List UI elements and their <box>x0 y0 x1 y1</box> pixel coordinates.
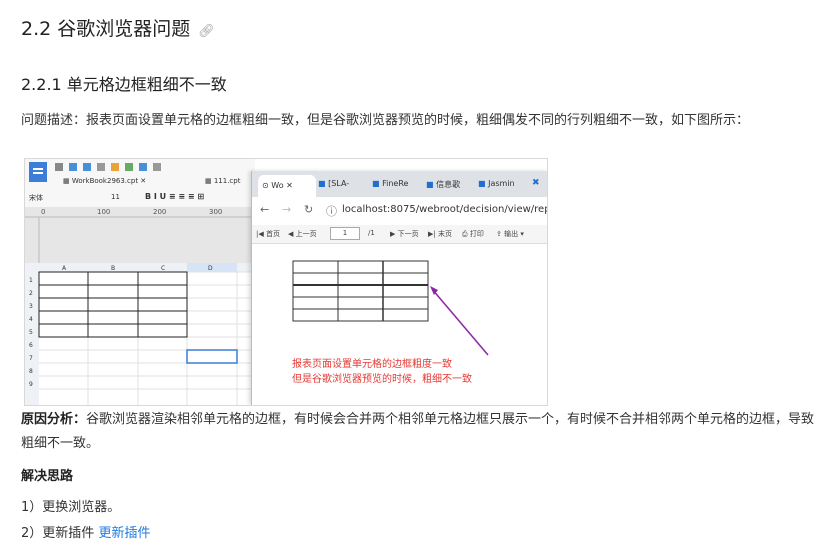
svg-text:5: 5 <box>29 329 33 336</box>
prev-page-button[interactable]: ◀ 上一页 <box>288 229 317 239</box>
svg-text:4: 4 <box>29 316 33 323</box>
link-icon[interactable]: 🔗︎ <box>198 24 215 39</box>
designer-window: ▦ WorkBook2963.cpt ✕ ▦ 111.cpt 宋体 11 B I… <box>25 159 255 405</box>
browser-tab[interactable]: ■ Jasmin <box>478 179 515 188</box>
svg-text:3: 3 <box>29 303 33 310</box>
update-plugin-link[interactable]: 更新插件 <box>98 526 150 541</box>
browser-tabs: ⊙ Wo ✕ ■ [SLA- ■ FineRe ■ 信息歌 ■ Jasmin ✖ <box>252 171 547 197</box>
solution-item-1: 1）更换浏览器。 <box>21 500 121 515</box>
section-title: 2.2 谷歌浏览器问题 <box>21 18 191 40</box>
svg-text:1: 1 <box>29 277 33 284</box>
svg-text:9: 9 <box>29 381 33 388</box>
print-button[interactable]: ⎙ 打印 <box>462 229 484 239</box>
last-page-button[interactable]: ▶| 末页 <box>428 229 452 239</box>
svg-text:7: 7 <box>29 355 33 362</box>
designer-tab-1[interactable]: WorkBook2963.cpt <box>72 177 138 185</box>
svg-text:6: 6 <box>29 342 33 349</box>
designer-ruler: 0 100 200 300 <box>25 207 255 263</box>
first-page-button[interactable]: |◀ 首页 <box>256 229 280 239</box>
chrome-window: ⊙ Wo ✕ ■ [SLA- ■ FineRe ■ 信息歌 ■ Jasmin ✖… <box>251 171 547 405</box>
solution-title: 解决思路 <box>21 469 74 484</box>
annotation-arrow <box>431 288 489 356</box>
format-buttons[interactable]: B I U ≡ ≡ ≡ ⊞ <box>145 192 204 201</box>
solution-item-2: 2）更新插件 更新插件 <box>21 526 151 541</box>
screenshot-image: ▦ WorkBook2963.cpt ✕ ▦ 111.cpt 宋体 11 B I… <box>24 158 548 406</box>
browser-tab-active[interactable]: ⊙ Wo ✕ <box>258 175 316 197</box>
browser-tab-icon[interactable]: ✖ <box>532 178 540 188</box>
cause-analysis: 原因分析：谷歌浏览器渲染相邻单元格的边框，有时候会合并两个相邻单元格边框只展示一… <box>21 408 816 456</box>
cause-label: 原因分析： <box>21 412 87 427</box>
section-heading: 2.2 谷歌浏览器问题 🔗︎ <box>21 14 215 41</box>
browser-tab[interactable]: ■ FineRe <box>372 179 408 188</box>
doc-page: 2.2 谷歌浏览器问题 🔗︎ 2.2.1 单元格边框粗细不一致 问题描述：报表页面… <box>0 0 839 541</box>
forward-icon[interactable]: → <box>282 203 291 216</box>
font-size-select[interactable]: 11 <box>111 193 120 201</box>
svg-text:B: B <box>111 265 115 272</box>
designer-toolbar: ▦ WorkBook2963.cpt ✕ ▦ 111.cpt 宋体 11 B I… <box>25 159 255 208</box>
annotation-text: 报表页面设置单元格的边框粗度一致 但是谷歌浏览器预览的时候，粗细不一致 <box>292 359 472 385</box>
designer-spreadsheet[interactable]: A B C D 1 2 3 4 5 6 7 8 9 <box>25 263 255 405</box>
cause-text: 谷歌浏览器渲染相邻单元格的边框，有时候会合并两个相邻单元格边框只展示一个，有时候… <box>21 412 815 451</box>
browser-tab[interactable]: ■ 信息歌 <box>426 179 460 190</box>
problem-description: 问题描述：报表页面设置单元格的边框粗细一致，但是谷歌浏览器预览的时候，粗细偶发不… <box>21 113 750 128</box>
font-name-select[interactable]: 宋体 <box>29 193 43 203</box>
svg-text:2: 2 <box>29 290 33 297</box>
svg-text:D: D <box>208 265 213 272</box>
address-bar[interactable]: ← → ↻ ⓘ localhost:8075/webroot/decision/… <box>252 197 547 226</box>
url-text[interactable]: localhost:8075/webroot/decision/view/rep… <box>342 204 547 215</box>
page-total: /1 <box>368 229 375 237</box>
page-number-input[interactable]: 1 <box>330 227 360 240</box>
designer-tab-2[interactable]: 111.cpt <box>214 177 241 185</box>
subsection-title: 2.2.1 单元格边框粗细不一致 <box>21 75 227 94</box>
report-toolbar: |◀ 首页 ◀ 上一页 1 /1 ▶ 下一页 ▶| 末页 ⎙ 打印 ⇪ 输出 ▾ <box>252 225 547 244</box>
svg-text:C: C <box>161 265 165 272</box>
svg-text:8: 8 <box>29 368 33 375</box>
reload-icon[interactable]: ↻ <box>304 203 313 216</box>
next-page-button[interactable]: ▶ 下一页 <box>390 229 419 239</box>
info-icon: ⓘ <box>326 205 337 218</box>
export-button[interactable]: ⇪ 输出 ▾ <box>496 229 524 239</box>
browser-tab[interactable]: ■ [SLA- <box>318 179 349 188</box>
back-icon[interactable]: ← <box>260 203 269 216</box>
